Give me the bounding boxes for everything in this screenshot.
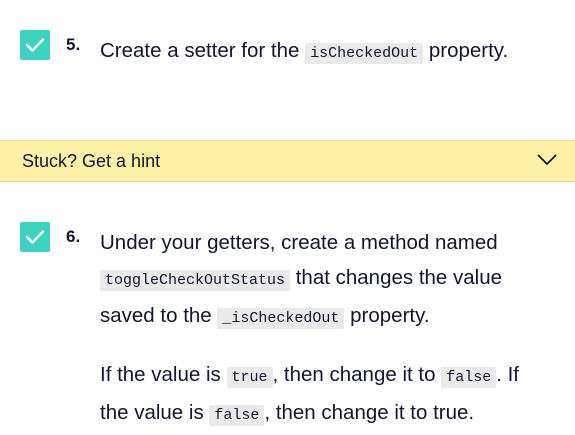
inline-code: isCheckedOut (305, 43, 424, 64)
task-text: Under your getters, create a method name… (100, 225, 550, 433)
inline-code: toggleCheckOutStatus (100, 270, 291, 291)
checkmark-icon (25, 230, 45, 244)
inline-code: true (226, 367, 273, 388)
task-text-part: If the value is (100, 363, 221, 386)
checkmark-icon (25, 38, 45, 52)
chevron-down-icon (537, 153, 557, 171)
inline-code: false (441, 367, 497, 388)
task-text-part: Under your getters, create a method name… (100, 231, 498, 254)
task-checkbox[interactable] (20, 30, 50, 60)
task-checkbox[interactable] (20, 222, 50, 252)
task-text-part: , then change it to (272, 363, 436, 386)
inline-code: _isCheckedOut (217, 308, 345, 329)
task-text-part: , then change it to true. (264, 401, 475, 424)
hint-toggle[interactable]: Stuck? Get a hint (0, 140, 575, 182)
task-text-part: property. (350, 304, 430, 327)
inline-code: false (209, 405, 265, 426)
task-text: Create a setter for the isCheckedOut pro… (100, 33, 550, 71)
task-text-part: Create a setter for the (100, 39, 300, 62)
task-text-part: property. (428, 39, 509, 62)
task-number: 5. (66, 35, 81, 54)
hint-label: Stuck? Get a hint (22, 151, 161, 171)
task-number: 6. (66, 227, 81, 246)
